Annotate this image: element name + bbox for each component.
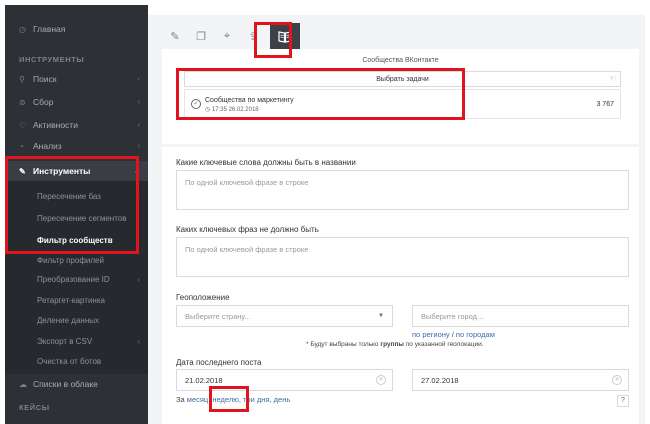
highlight-week-link bbox=[209, 386, 249, 412]
kw-exclude-label: Каких ключевых фраз не должно быть bbox=[176, 225, 319, 234]
edit-icon[interactable]: ✎ bbox=[166, 27, 184, 45]
period-prefix: За bbox=[176, 395, 187, 404]
chevron-left-icon: ‹ bbox=[137, 274, 140, 284]
geo-label: Геоположение bbox=[176, 293, 230, 302]
filter-form: Какие ключевые слова должны быть в назва… bbox=[162, 147, 639, 424]
analysis-icon: ◔ bbox=[19, 141, 24, 151]
sidebar-item-search[interactable]: ⚲ Поиск ‹ bbox=[5, 69, 148, 89]
city-placeholder: Выберите город... bbox=[421, 312, 484, 321]
sidebar-sub-item[interactable]: Экспорт в CSV ‹ bbox=[5, 331, 148, 351]
chevron-left-icon: ‹ bbox=[137, 141, 140, 150]
sidebar-sub-label: Преобразование ID bbox=[37, 274, 110, 284]
geo-note: * Будут выбраны только группы по указанн… bbox=[306, 341, 484, 348]
sidebar-sub-label: Фильтр профилей bbox=[37, 255, 104, 265]
kw-include-label: Какие ключевые слова должны быть в назва… bbox=[176, 158, 356, 167]
highlight-task-select bbox=[176, 68, 465, 120]
country-placeholder: Выберите страну... bbox=[185, 312, 251, 321]
chevron-left-icon: ‹ bbox=[137, 336, 140, 346]
copy-icon[interactable]: ❐ bbox=[192, 27, 210, 45]
panel-title: Сообщества ВКонтакте bbox=[362, 57, 439, 64]
home-icon: ◷ bbox=[19, 24, 26, 34]
date-to-input[interactable]: 27.02.2018 ✕ bbox=[412, 369, 629, 391]
clear-icon[interactable]: ✕ bbox=[612, 375, 622, 385]
heart-icon: ♡ bbox=[19, 120, 27, 130]
collect-icon: ⊜ bbox=[19, 97, 26, 107]
help-icon[interactable]: ? bbox=[617, 395, 629, 407]
chevron-left-icon: ‹ bbox=[137, 74, 140, 83]
sidebar-item-label: Активности bbox=[33, 120, 78, 130]
sidebar-sub-item[interactable]: Деление данных bbox=[5, 310, 148, 330]
date-from-value: 21.02.2018 bbox=[185, 376, 223, 385]
sidebar-sub-item[interactable]: Преобразование ID ‹ bbox=[5, 269, 148, 289]
sidebar-sub-label: Очистка от ботов bbox=[37, 356, 102, 366]
sidebar-sub-item[interactable]: Ретаргет-картинка bbox=[5, 290, 148, 310]
sidebar-item-analysis[interactable]: ◔ Анализ ‹ bbox=[5, 136, 148, 156]
search-icon: ⚲ bbox=[19, 74, 25, 84]
sidebar-sub-item[interactable]: Очистка от ботов bbox=[5, 351, 148, 371]
top-bar bbox=[148, 5, 645, 15]
sidebar-item-home[interactable]: ◷ Главная bbox=[5, 19, 148, 39]
geo-mode-links: по региону / по городам bbox=[412, 330, 495, 339]
period-day-link[interactable]: день bbox=[274, 395, 291, 404]
sidebar-sub-label: Экспорт в CSV bbox=[37, 336, 93, 346]
country-select[interactable]: Выберите страну... ▼ bbox=[176, 305, 393, 327]
sidebar-sub-label: Ретаргет-картинка bbox=[37, 295, 105, 305]
cloud-icon: ☁ bbox=[19, 379, 27, 389]
chevron-left-icon: ‹ bbox=[137, 120, 140, 129]
hand-pointer-icon: ☜ bbox=[608, 74, 616, 83]
kw-include-textarea[interactable]: По одной ключевой фразе в строке bbox=[176, 170, 629, 210]
sidebar-item-label: Поиск bbox=[33, 74, 57, 84]
sidebar-section-tools: ИНСТРУМЕНТЫ bbox=[19, 55, 85, 64]
last-post-label: Дата последнего поста bbox=[176, 358, 262, 367]
highlight-book-tool bbox=[254, 22, 292, 58]
chevron-left-icon: ‹ bbox=[137, 97, 140, 106]
sidebar-item-cloud-lists[interactable]: ☁ Списки в облаке bbox=[5, 374, 148, 394]
sidebar-item-collect[interactable]: ⊜ Сбор ‹ bbox=[5, 92, 148, 112]
location-pin-icon[interactable]: ⌖ bbox=[218, 27, 236, 45]
clear-icon[interactable]: ✕ bbox=[376, 375, 386, 385]
sidebar-item-label: Главная bbox=[33, 24, 66, 34]
sidebar-item-label: Сбор bbox=[33, 97, 54, 107]
caret-down-icon: ▼ bbox=[378, 313, 384, 319]
kw-exclude-textarea[interactable]: По одной ключевой фразе в строке bbox=[176, 237, 629, 277]
geo-note-bold: группы bbox=[380, 341, 404, 348]
sidebar-sub-label: Деление данных bbox=[37, 315, 99, 325]
sidebar-item-label: Анализ bbox=[33, 141, 62, 151]
by-cities-link[interactable]: по городам bbox=[456, 330, 495, 339]
period-month-link[interactable]: месяц bbox=[187, 395, 208, 404]
sidebar-section-cases: КЕЙСЫ bbox=[19, 403, 50, 412]
sidebar-item-activity[interactable]: ♡ Активности ‹ bbox=[5, 115, 148, 135]
city-select[interactable]: Выберите город... bbox=[412, 305, 629, 327]
highlight-tools-menu bbox=[5, 156, 139, 254]
task-count: 3 767 bbox=[596, 101, 614, 108]
date-to-value: 27.02.2018 bbox=[421, 376, 459, 385]
by-region-link[interactable]: по региону bbox=[412, 330, 450, 339]
sidebar-item-label: Списки в облаке bbox=[33, 379, 98, 389]
geo-note-suffix: по указанной геолокации. bbox=[403, 341, 484, 348]
geo-note-prefix: * Будут выбраны только bbox=[306, 341, 381, 348]
app-window: ◷ Главная ИНСТРУМЕНТЫ ⚲ Поиск ‹ ⊜ Сбор ‹… bbox=[0, 0, 650, 424]
